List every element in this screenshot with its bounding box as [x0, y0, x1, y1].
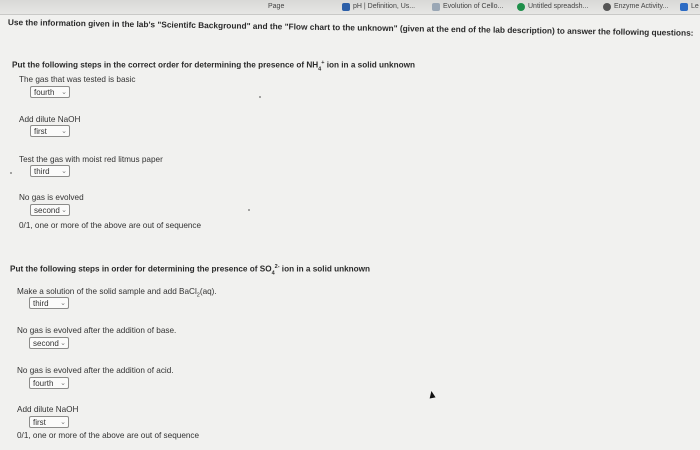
tab-label: Enzyme Activity... — [614, 3, 669, 10]
q1-step-3-label: Test the gas with moist red litmus paper — [19, 155, 163, 164]
browser-tab-strip: Page pH | Definition, Us... Evolution of… — [0, 0, 700, 15]
chevron-down-icon: ⌄ — [60, 380, 66, 387]
q2-step-3-label: No gas is evolved after the addition of … — [17, 366, 174, 375]
browser-tab[interactable]: pH | Definition, Us... — [342, 1, 415, 13]
q1-step-2-label: Add dilute NaOH — [19, 115, 81, 124]
browser-tab[interactable]: Evolution of Cello... — [432, 1, 503, 13]
web-page-icon — [342, 3, 350, 11]
q1-score-feedback: 0/1, one or more of the above are out of… — [19, 221, 202, 230]
q1-step-2-select[interactable]: first ⌄ — [30, 125, 70, 137]
chevron-down-icon: ⌄ — [60, 419, 66, 426]
select-value: fourth — [34, 88, 55, 97]
browser-tab[interactable]: Enzyme Activity... — [603, 1, 668, 13]
spreadsheet-icon — [517, 3, 525, 11]
screen-speck — [248, 209, 250, 211]
title-text: ion in a solid unknown — [279, 264, 371, 274]
mouse-cursor-icon — [428, 390, 436, 399]
select-value: first — [34, 127, 47, 136]
q1-step-1-label: The gas that was tested is basic — [19, 75, 136, 84]
tab-label: Untitled spreadsh... — [528, 3, 589, 10]
q1-step-4-select[interactable]: second ⌄ — [30, 204, 70, 216]
tab-label: Le — [691, 3, 699, 10]
q2-step-4-label: Add dilute NaOH — [17, 405, 79, 414]
q1-step-1-select[interactable]: fourth ⌄ — [30, 86, 70, 98]
question-2-title: Put the following steps in order for det… — [10, 264, 370, 276]
screen-speck — [10, 172, 12, 174]
select-value: first — [33, 418, 46, 427]
chevron-down-icon: ⌄ — [60, 300, 66, 307]
browser-tab[interactable]: Page — [268, 1, 284, 13]
question-1-title: Put the following steps in the correct o… — [12, 60, 415, 72]
chevron-down-icon: ⌄ — [61, 128, 67, 135]
title-subscript: 4 — [318, 66, 322, 73]
q2-step-2-label: No gas is evolved after the addition of … — [17, 326, 177, 335]
chevron-down-icon: ⌄ — [61, 207, 67, 214]
instruction-text: Use the information given in the lab's "… — [7, 17, 694, 38]
browser-tab[interactable]: Le — [680, 1, 699, 13]
tab-label: Evolution of Cello... — [443, 3, 504, 10]
tab-label: Page — [268, 3, 285, 10]
chevron-down-icon: ⌄ — [61, 168, 67, 175]
label-text: (aq). — [199, 287, 217, 296]
q1-step-4-label: No gas is evolved — [19, 193, 84, 202]
q2-step-3-select[interactable]: fourth ⌄ — [29, 377, 69, 389]
web-page-icon — [432, 3, 440, 11]
chevron-down-icon: ⌄ — [60, 340, 66, 347]
q2-step-4-select[interactable]: first ⌄ — [29, 416, 69, 428]
select-value: second — [34, 206, 60, 215]
q2-step-2-select[interactable]: second ⌄ — [29, 337, 69, 349]
q2-score-feedback: 0/1, one or more of the above are out of… — [17, 431, 200, 440]
label-text: Make a solution of the solid sample and … — [17, 287, 197, 296]
browser-tab[interactable]: Untitled spreadsh... — [517, 1, 588, 13]
title-text: ion in a solid unknown — [324, 60, 415, 70]
screen-speck — [259, 96, 261, 98]
select-value: fourth — [33, 379, 54, 388]
tab-label: pH | Definition, Us... — [353, 3, 416, 10]
bookmark-icon — [680, 3, 688, 11]
title-text: Put the following steps in the correct o… — [12, 60, 319, 70]
web-page-icon — [603, 3, 611, 11]
title-text: Put the following steps in order for det… — [10, 264, 272, 274]
q1-step-3-select[interactable]: third ⌄ — [30, 165, 70, 177]
select-value: third — [34, 167, 50, 176]
select-value: second — [33, 339, 59, 348]
chevron-down-icon: ⌄ — [61, 89, 67, 96]
q2-step-1-select[interactable]: third ⌄ — [29, 297, 69, 309]
title-subscript: 4 — [271, 270, 275, 277]
select-value: third — [33, 299, 49, 308]
